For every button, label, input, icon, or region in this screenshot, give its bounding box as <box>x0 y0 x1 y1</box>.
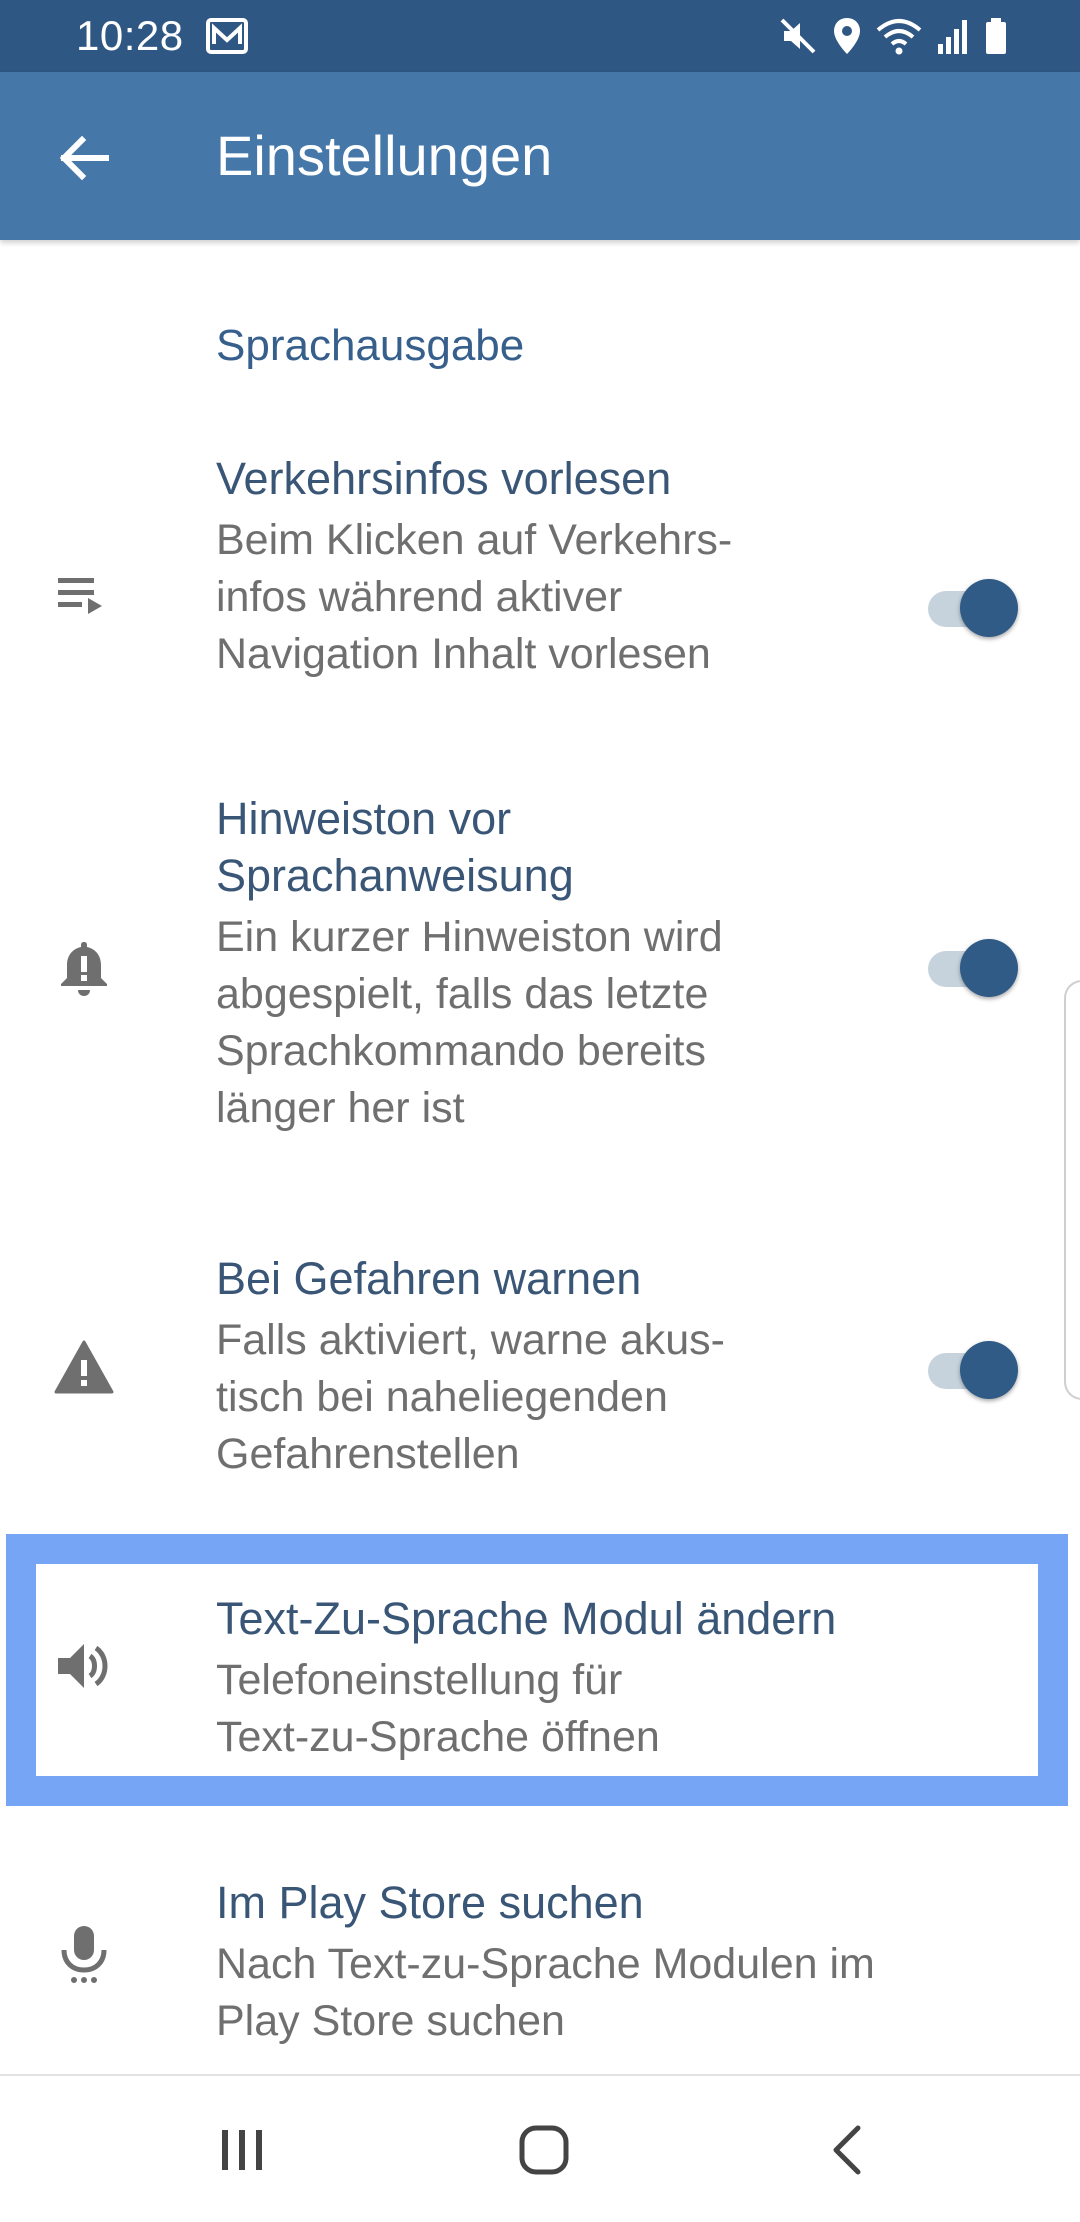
microphone-icon <box>61 1926 107 1983</box>
subtitle-line: Ein kurzer Hinweiston wird <box>216 913 723 961</box>
setting-text: Bei Gefahren warnen Falls aktiviert, war… <box>216 1250 956 1483</box>
title-line: Hinweiston vor <box>216 793 512 844</box>
setting-subtitle: Nach Text-zu-Sprache Modulen im Play Sto… <box>216 1936 956 2050</box>
setting-subtitle: Ein kurzer Hinweiston wird abgespielt, f… <box>216 909 956 1137</box>
setting-tts-module[interactable]: Text-Zu-Sprache Modul ändern Telefoneins… <box>0 1590 1080 1770</box>
setting-text: Verkehrsinfos vorlesen Beim Klicken auf … <box>216 450 956 683</box>
setting-read-traffic-info[interactable]: Verkehrsinfos vorlesen Beim Klicken auf … <box>0 450 1080 710</box>
setting-title: Text-Zu-Sprache Modul ändern <box>216 1593 837 1644</box>
setting-text: Hinweiston vor Sprachanweisung Ein kurze… <box>216 790 956 1137</box>
edge-panel-handle[interactable] <box>1064 980 1080 1400</box>
recent-apps-icon[interactable] <box>212 2120 272 2180</box>
setting-subtitle: Falls aktiviert, warne akus- tisch bei n… <box>216 1312 956 1483</box>
setting-title: Verkehrsinfos vorlesen <box>216 453 672 504</box>
subtitle-line: Text-zu-Sprache öffnen <box>216 1713 660 1761</box>
arrow-back-icon[interactable] <box>52 126 116 190</box>
setting-text: Text-Zu-Sprache Modul ändern Telefoneins… <box>216 1590 956 1766</box>
subtitle-line: infos während aktiver <box>216 573 623 621</box>
title-line: Sprachanweisung <box>216 850 574 901</box>
mail-icon <box>206 18 248 54</box>
setting-subtitle: Beim Klicken auf Verkehrs- infos während… <box>216 512 956 683</box>
subtitle-line: Play Store suchen <box>216 1997 565 2045</box>
bell-alert-icon <box>61 942 107 996</box>
setting-title: Im Play Store suchen <box>216 1877 644 1928</box>
toggle-read-traffic-info[interactable] <box>924 570 1020 640</box>
setting-notification-tone[interactable]: Hinweiston vor Sprachanweisung Ein kurze… <box>0 790 1080 1150</box>
speaker-icon <box>58 1644 108 1688</box>
back-icon[interactable] <box>818 2120 878 2180</box>
status-time: 10:28 <box>76 12 184 59</box>
subtitle-line: Nach Text-zu-Sprache Modulen im <box>216 1940 875 1988</box>
subtitle-line: länger her ist <box>216 1084 465 1132</box>
navigation-bar <box>0 2074 1080 2222</box>
subtitle-line: Beim Klicken auf Verkehrs- <box>216 516 733 564</box>
subtitle-line: Falls aktiviert, warne akus- <box>216 1316 725 1364</box>
subtitle-line: Sprachkommando bereits <box>216 1027 706 1075</box>
battery-icon <box>986 18 1006 54</box>
setting-title: Hinweiston vor Sprachanweisung <box>216 790 956 904</box>
setting-play-store-search[interactable]: Im Play Store suchen Nach Text-zu-Sprach… <box>0 1874 1080 2054</box>
setting-title: Bei Gefahren warnen <box>216 1253 642 1304</box>
mute-icon <box>780 18 816 54</box>
playlist-icon <box>58 578 102 614</box>
location-icon <box>834 18 860 54</box>
subtitle-line: abgespielt, falls das letzte <box>216 970 709 1018</box>
subtitle-line: Telefoneinstellung für <box>216 1656 623 1704</box>
toggle-danger-warning[interactable] <box>924 1332 1020 1402</box>
setting-danger-warning[interactable]: Bei Gefahren warnen Falls aktiviert, war… <box>0 1250 1080 1510</box>
wifi-icon <box>876 19 922 55</box>
toggle-thumb <box>960 939 1018 997</box>
setting-text: Im Play Store suchen Nach Text-zu-Sprach… <box>216 1874 956 2050</box>
status-bar: 10:28 <box>0 0 1080 72</box>
app-bar: Einstellungen <box>0 72 1080 240</box>
page-title: Einstellungen <box>216 124 553 187</box>
subtitle-line: Navigation Inhalt vorlesen <box>216 630 711 678</box>
subtitle-line: Gefahrenstellen <box>216 1430 520 1478</box>
section-header: Sprachausgabe <box>216 321 525 370</box>
subtitle-line: tisch bei naheliegenden <box>216 1373 668 1421</box>
toggle-thumb <box>960 1341 1018 1399</box>
toggle-thumb <box>960 579 1018 637</box>
warning-icon <box>54 1340 114 1394</box>
setting-subtitle: Telefoneinstellung für Text-zu-Sprache ö… <box>216 1652 956 1766</box>
home-icon[interactable] <box>514 2120 574 2180</box>
toggle-notification-tone[interactable] <box>924 930 1020 1000</box>
signal-icon <box>938 20 967 54</box>
